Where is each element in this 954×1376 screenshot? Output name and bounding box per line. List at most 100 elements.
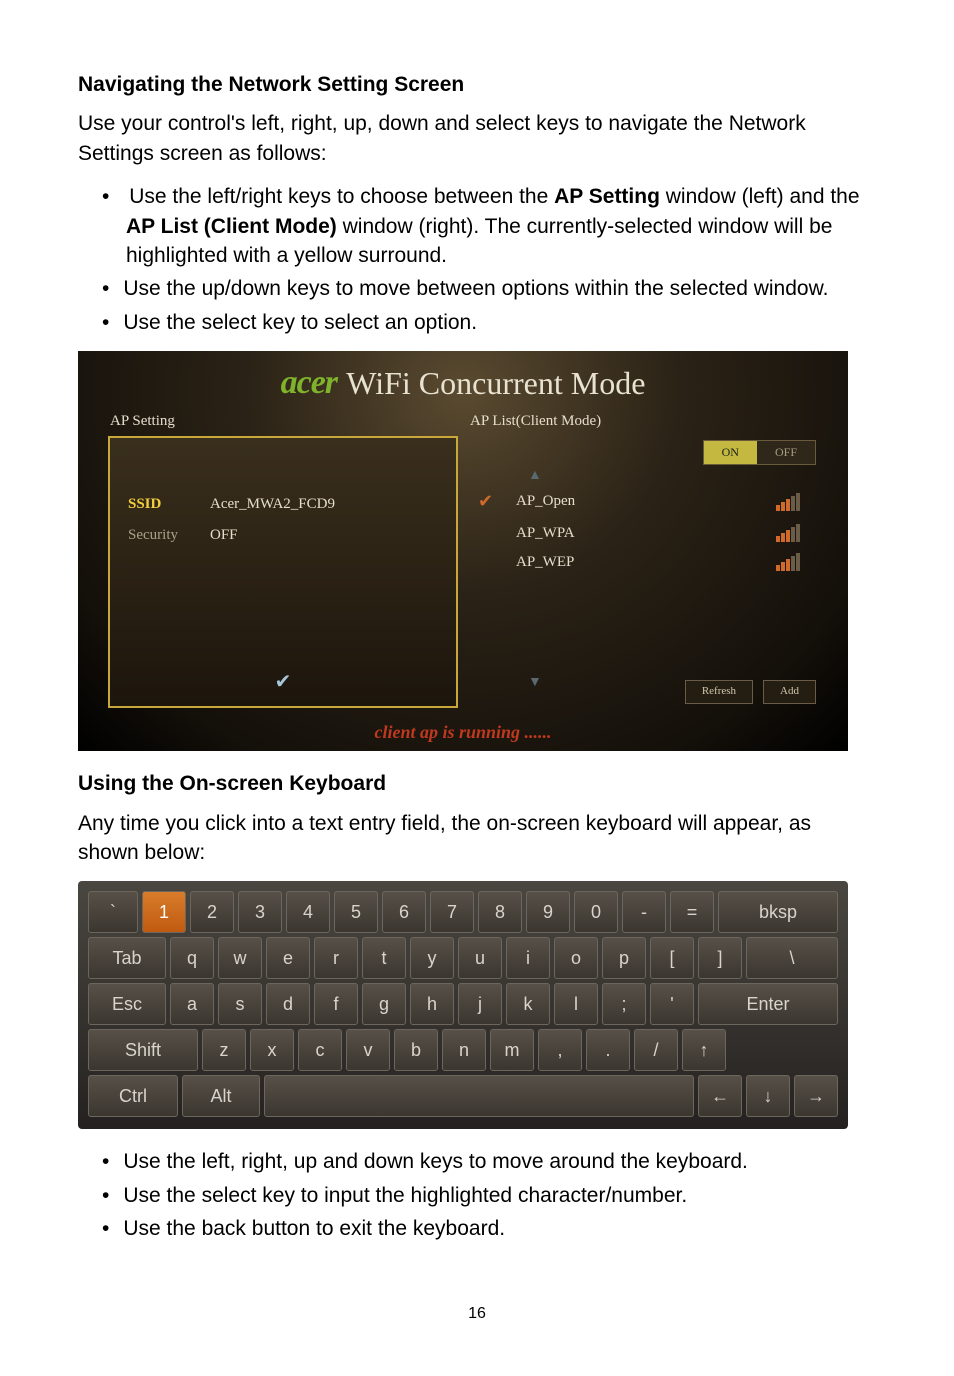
key-m[interactable]: m (490, 1029, 534, 1071)
heading-navigating: Navigating the Network Setting Screen (78, 70, 876, 99)
key-period[interactable]: . (586, 1029, 630, 1071)
key-9[interactable]: 9 (526, 891, 570, 933)
key-7[interactable]: 7 (430, 891, 474, 933)
on-button[interactable]: ON (704, 441, 757, 464)
add-button[interactable]: Add (763, 680, 816, 703)
scroll-up-icon[interactable]: ▲ (478, 466, 816, 486)
key-q[interactable]: q (170, 937, 214, 979)
key-n[interactable]: n (442, 1029, 486, 1071)
key-shift[interactable]: Shift (88, 1029, 198, 1071)
key-8[interactable]: 8 (478, 891, 522, 933)
kbd-row-5: Ctrl Alt ← ↓ → (88, 1075, 838, 1117)
nav-bullet-2: Use the up/down keys to move between opt… (102, 274, 876, 303)
key-y[interactable]: y (410, 937, 454, 979)
wifi-header: acer WiFi Concurrent Mode (78, 351, 848, 407)
ap-list-header: AP List(Client Mode) (468, 407, 818, 436)
key-backtick[interactable]: ` (88, 891, 138, 933)
key-k[interactable]: k (506, 983, 550, 1025)
signal-icon (776, 524, 816, 542)
kbd-bullet-1: Use the left, right, up and down keys to… (102, 1147, 876, 1176)
key-alt[interactable]: Alt (182, 1075, 260, 1117)
key-g[interactable]: g (362, 983, 406, 1025)
page-number: 16 (78, 1303, 876, 1325)
kbd-bullet-list: Use the left, right, up and down keys to… (78, 1147, 876, 1243)
key-d[interactable]: d (266, 983, 310, 1025)
key-6[interactable]: 6 (382, 891, 426, 933)
check-icon: ✔ (478, 489, 502, 514)
key-ctrl[interactable]: Ctrl (88, 1075, 178, 1117)
key-v[interactable]: v (346, 1029, 390, 1071)
key-left-arrow[interactable]: ← (698, 1075, 742, 1117)
ap-name: AP_Open (502, 491, 776, 512)
key-right-arrow[interactable]: → (794, 1075, 838, 1117)
on-off-toggle[interactable]: ON OFF (703, 440, 816, 465)
off-button[interactable]: OFF (757, 441, 815, 464)
refresh-button[interactable]: Refresh (685, 680, 753, 703)
key-lbracket[interactable]: [ (650, 937, 694, 979)
key-enter[interactable]: Enter (698, 983, 838, 1025)
key-f[interactable]: f (314, 983, 358, 1025)
ap-row-wep[interactable]: AP_WEP (478, 548, 816, 577)
nav-b1-bold1: AP Setting (554, 185, 660, 208)
key-j[interactable]: j (458, 983, 502, 1025)
key-tab[interactable]: Tab (88, 937, 166, 979)
key-2[interactable]: 2 (190, 891, 234, 933)
key-apostrophe[interactable]: ' (650, 983, 694, 1025)
wifi-title: WiFi Concurrent Mode (346, 361, 645, 406)
key-bksp[interactable]: bksp (718, 891, 838, 933)
key-p[interactable]: p (602, 937, 646, 979)
kbd-spacer (730, 1029, 838, 1071)
key-space[interactable] (264, 1075, 694, 1117)
key-c[interactable]: c (298, 1029, 342, 1071)
key-5[interactable]: 5 (334, 891, 378, 933)
chevron-down-icon[interactable]: ✔ (275, 668, 292, 696)
key-3[interactable]: 3 (238, 891, 282, 933)
key-0[interactable]: 0 (574, 891, 618, 933)
key-slash[interactable]: / (634, 1029, 678, 1071)
key-h[interactable]: h (410, 983, 454, 1025)
ap-name: AP_WPA (502, 523, 776, 544)
key-i[interactable]: i (506, 937, 550, 979)
para-nav-intro: Use your control's left, right, up, down… (78, 109, 876, 168)
ap-row-open[interactable]: ✔ AP_Open (478, 485, 816, 518)
key-backslash[interactable]: \ (746, 937, 838, 979)
key-esc[interactable]: Esc (88, 983, 166, 1025)
key-t[interactable]: t (362, 937, 406, 979)
key-rbracket[interactable]: ] (698, 937, 742, 979)
kbd-row-1: ` 1 2 3 4 5 6 7 8 9 0 - = bksp (88, 891, 838, 933)
key-l[interactable]: l (554, 983, 598, 1025)
key-r[interactable]: r (314, 937, 358, 979)
ssid-value[interactable]: Acer_MWA2_FCD9 (210, 494, 335, 515)
nav-bullet-list: Use the left/right keys to choose betwee… (78, 182, 876, 337)
security-label: Security (128, 525, 210, 546)
security-value[interactable]: OFF (210, 525, 238, 546)
key-equals[interactable]: = (670, 891, 714, 933)
key-o[interactable]: o (554, 937, 598, 979)
kbd-bullet-3: Use the back button to exit the keyboard… (102, 1214, 876, 1243)
ap-setting-box: SSID Acer_MWA2_FCD9 Security OFF ✔ (108, 436, 458, 708)
key-down-arrow[interactable]: ↓ (746, 1075, 790, 1117)
key-4[interactable]: 4 (286, 891, 330, 933)
status-text: client ap is running ...... (78, 720, 848, 745)
ap-setting-panel[interactable]: AP Setting SSID Acer_MWA2_FCD9 Security … (108, 407, 458, 708)
key-1[interactable]: 1 (142, 891, 186, 933)
key-comma[interactable]: , (538, 1029, 582, 1071)
key-s[interactable]: s (218, 983, 262, 1025)
key-u[interactable]: u (458, 937, 502, 979)
ap-row-wpa[interactable]: AP_WPA (478, 519, 816, 548)
key-b[interactable]: b (394, 1029, 438, 1071)
key-x[interactable]: x (250, 1029, 294, 1071)
wifi-concurrent-screenshot: acer WiFi Concurrent Mode AP Setting SSI… (78, 351, 848, 751)
heading-keyboard: Using the On-screen Keyboard (78, 769, 876, 798)
key-e[interactable]: e (266, 937, 310, 979)
key-z[interactable]: z (202, 1029, 246, 1071)
ap-list-panel[interactable]: AP List(Client Mode) ON OFF ▲ ✔ AP_Open (468, 407, 818, 708)
key-semicolon[interactable]: ; (602, 983, 646, 1025)
key-minus[interactable]: - (622, 891, 666, 933)
key-up-arrow[interactable]: ↑ (682, 1029, 726, 1071)
nav-b1-bold2: AP List (Client Mode) (126, 215, 337, 238)
nav-b1-mid: window (left) and the (660, 185, 860, 208)
key-w[interactable]: w (218, 937, 262, 979)
kbd-row-4: Shift z x c v b n m , . / ↑ (88, 1029, 838, 1071)
key-a[interactable]: a (170, 983, 214, 1025)
